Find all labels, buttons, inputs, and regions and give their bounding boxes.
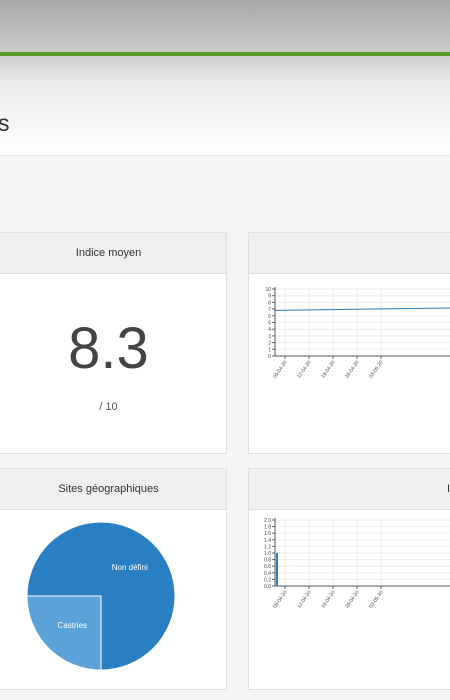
line-y-tick-label: 7 <box>268 307 271 313</box>
bar-chart-title: I <box>249 469 450 510</box>
bar-y-tick-label: 1.4 <box>264 538 271 544</box>
sub-bar <box>0 56 450 80</box>
line-y-tick-label: 5 <box>268 321 271 327</box>
pie-slice-label: Non défini <box>112 563 148 572</box>
line-x-tick-label: 05-04-20 <box>272 360 289 380</box>
top-bar <box>0 0 450 52</box>
line-x-tick-label: 19-04-20 <box>320 360 337 380</box>
bar-y-tick-label: 0.2 <box>264 577 271 583</box>
bar-y-tick-label: 0.0 <box>264 584 271 590</box>
line-x-tick-label: 26-04-20 <box>344 360 361 380</box>
line-chart-title <box>249 233 450 274</box>
line-chart: 012345678910 05-04-20 12-04-20 19-04-20 26-0… <box>265 287 450 380</box>
bar-y-tick-label: 0.6 <box>264 564 271 570</box>
bar-y-tick-label: 1.6 <box>264 531 271 537</box>
line-y-tick-label: 4 <box>268 327 271 333</box>
line-x-tick-label: 12-04-20 <box>296 360 313 380</box>
line-y-tick-label: 3 <box>268 334 271 340</box>
pie-slice <box>26 595 102 671</box>
bar <box>276 553 278 586</box>
average-score-title: Indice moyen <box>0 233 226 274</box>
line-y-tick-label: 10 <box>265 287 271 293</box>
bar-x-tick-label: 05-04-20 <box>272 590 289 610</box>
title-bar <box>0 80 450 156</box>
sites-pie-chart: Castries Non défini <box>26 521 176 671</box>
bar-x-tick-label: 26-04-20 <box>344 590 361 610</box>
bar-y-tick-label: 0.8 <box>264 558 271 564</box>
average-score-panel: Indice moyen 8.3 / 10 <box>0 232 227 454</box>
line-y-tick-label: 8 <box>268 300 271 306</box>
line-chart-panel: 0 1 2 3 4 5 6 7 8 9 10 05-04-20 12-04-20 19-04-20 26-0… <box>248 232 450 454</box>
line-y-tick-label: 0 <box>268 354 271 360</box>
bar-y-tick-label: 1.2 <box>264 544 271 550</box>
bar-y-tick-label: 1.8 <box>264 525 271 531</box>
page-title: s <box>0 110 10 136</box>
bar-chart: 0.00.20.40.60.81.01.21.41.61.82.0 05-04-2… <box>264 518 450 610</box>
bar-chart-panel: I 0.0 0.2 0.4 0.6 0.8 1.0 1.2 1.4 1.6 1.8 2.0 05-04… <box>248 468 450 690</box>
line-y-tick-label: 1 <box>268 347 271 353</box>
average-score-scale: / 10 <box>99 401 118 413</box>
sites-title: Sites géographiques <box>0 469 226 510</box>
sites-panel: Sites géographiques Castries Non défini <box>0 468 227 690</box>
bar-y-tick-label: 0.4 <box>264 571 271 577</box>
bar-y-tick-label: 2.0 <box>264 518 271 524</box>
pie-slice-label: Castries <box>58 621 87 630</box>
line-x-tick-label: 03-05-20 <box>368 360 385 380</box>
line-y-tick-label: 9 <box>268 294 271 300</box>
bar-y-tick-label: 1.0 <box>264 551 271 557</box>
bar-x-tick-label: 03-05-20 <box>368 590 385 610</box>
line-y-tick-label: 2 <box>268 341 271 347</box>
bar-x-tick-label: 12-04-20 <box>296 590 313 610</box>
bar-x-tick-label: 19-04-20 <box>320 590 337 610</box>
line-y-tick-label: 6 <box>268 314 271 320</box>
average-score-value: 8.3 <box>68 316 149 381</box>
